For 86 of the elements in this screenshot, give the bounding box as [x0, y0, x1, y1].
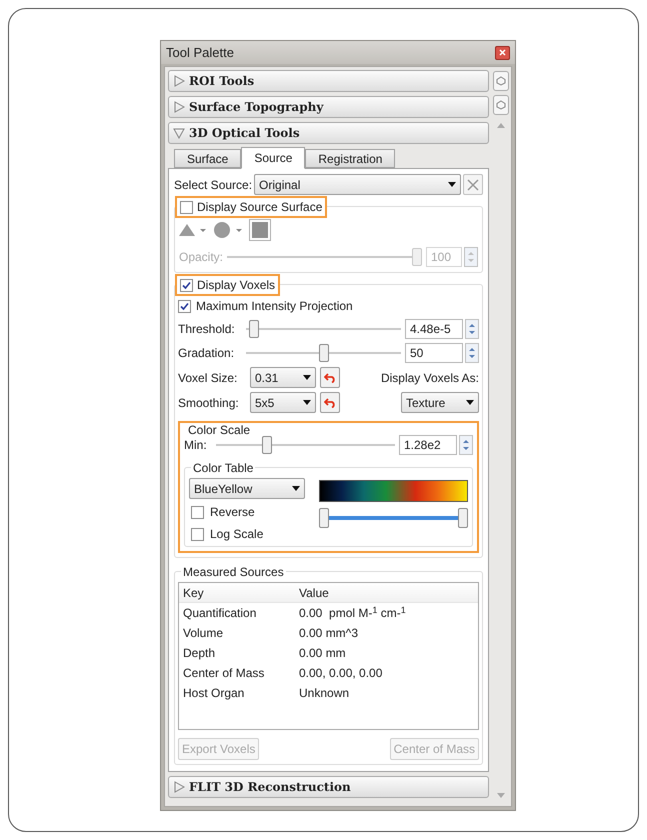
caret-icon	[303, 400, 311, 405]
hexagon-icon	[496, 76, 506, 86]
column-header: Key	[183, 584, 205, 602]
tab[interactable]: Source	[241, 147, 306, 169]
checkbox-label: Reverse	[210, 504, 255, 521]
window-title: Tool Palette	[166, 44, 234, 62]
slider-thumb[interactable]	[262, 436, 272, 454]
source-dropdown[interactable]: Original	[254, 174, 461, 195]
caret-icon	[292, 486, 300, 491]
undo-button[interactable]	[320, 367, 340, 388]
pin-button[interactable]	[493, 71, 509, 91]
table-cell-text: 0.00 mm	[299, 645, 346, 662]
smoothing-dropdown[interactable]: 5x5	[250, 392, 316, 413]
table-cell-text: Unknown	[299, 685, 350, 702]
close-icon	[499, 49, 506, 56]
checkbox-label: Log Scale	[210, 526, 264, 543]
table-cell-text: 0.00, 0.00, 0.00	[299, 665, 382, 682]
field-label: Display Voxels As:	[380, 370, 479, 386]
pin-button[interactable]	[493, 95, 509, 115]
slider[interactable]	[216, 436, 395, 454]
scroll-down-icon[interactable]	[497, 793, 505, 798]
field-label: Gradation:	[178, 345, 236, 362]
caret-icon	[466, 400, 474, 405]
hexagon-icon	[496, 100, 506, 110]
field-label: Min:	[184, 437, 208, 454]
number-field[interactable]: 4.48e-5	[405, 319, 463, 339]
section-header[interactable]: Surface Topography	[168, 96, 489, 118]
slider-thumb[interactable]	[319, 508, 329, 528]
number-field[interactable]: 50	[405, 343, 463, 363]
field-label: Select Source:	[174, 176, 252, 194]
undo-button[interactable]	[320, 392, 340, 413]
checkmark-icon	[180, 302, 189, 310]
group-title: Display Voxels	[177, 276, 278, 294]
checkbox-label: Maximum Intensity Projection	[196, 298, 353, 315]
color-swatch[interactable]	[249, 219, 271, 241]
section-header[interactable]: FLIT 3D Reconstruction	[168, 776, 489, 798]
spin-arrows-icon[interactable]	[465, 343, 479, 363]
table-cell-text: Host Organ	[183, 685, 246, 702]
range-slider[interactable]	[319, 508, 468, 528]
collapsed-triangle-icon	[173, 781, 185, 793]
collapsed-triangle-icon	[173, 75, 185, 87]
field-label: Threshold:	[178, 321, 236, 338]
table-cell-text: Quantification	[183, 605, 258, 622]
table-cell-text: Volume	[183, 625, 224, 642]
section-header[interactable]: ROI Tools	[168, 70, 489, 92]
close-icon	[467, 178, 479, 190]
voxel-size-dropdown[interactable]: 0.31	[250, 367, 316, 388]
number-field[interactable]: 1.28e2	[399, 435, 457, 455]
checkbox[interactable]	[191, 528, 204, 540]
slider-thumb[interactable]	[248, 320, 259, 338]
table-cell-text: 0.00 mm^3	[299, 625, 358, 642]
caret-icon	[448, 182, 456, 187]
group-title: Display Source Surface	[177, 198, 326, 216]
close-button[interactable]	[495, 46, 510, 60]
table-cell: 0.00 pmol M-$^{1}$ cm-$^{1}$	[299, 604, 406, 622]
undo-arrow-icon	[324, 398, 336, 408]
slider[interactable]	[246, 320, 401, 338]
tab[interactable]: Surface	[174, 149, 242, 168]
slider-thumb[interactable]	[318, 344, 328, 362]
section-header[interactable]: 3D Optical Tools	[168, 122, 489, 144]
field-label: Smoothing:	[178, 394, 240, 412]
scroll-up-icon[interactable]	[497, 123, 505, 128]
slider[interactable]	[246, 344, 401, 362]
slider[interactable]	[227, 248, 422, 266]
checkbox[interactable]	[180, 278, 193, 292]
undo-arrow-icon	[324, 372, 336, 382]
collapsed-triangle-icon	[173, 101, 185, 113]
table-cell-text: Depth	[183, 645, 216, 662]
color-table-dropdown[interactable]: BlueYellow	[189, 478, 305, 499]
spin-arrows-icon[interactable]	[465, 319, 479, 339]
checkmark-icon	[182, 280, 191, 290]
checkbox[interactable]	[191, 506, 204, 518]
field-label: Opacity:	[179, 249, 224, 266]
sphere-icon[interactable]	[213, 221, 243, 239]
triangle-shape-icon[interactable]	[179, 223, 207, 237]
column-header: Value	[299, 584, 329, 602]
tab[interactable]: Registration	[305, 149, 396, 168]
expanded-triangle-icon	[173, 127, 185, 139]
display-as-dropdown[interactable]: Texture	[401, 392, 479, 413]
slider-thumb[interactable]	[458, 508, 468, 528]
caret-icon	[303, 375, 311, 380]
field-label: Voxel Size:	[178, 370, 238, 386]
spin-arrows-icon[interactable]	[459, 435, 473, 455]
group-title: Color Scale	[188, 422, 250, 439]
table-cell-text: Center of Mass	[183, 665, 266, 682]
checkbox[interactable]	[178, 300, 191, 312]
